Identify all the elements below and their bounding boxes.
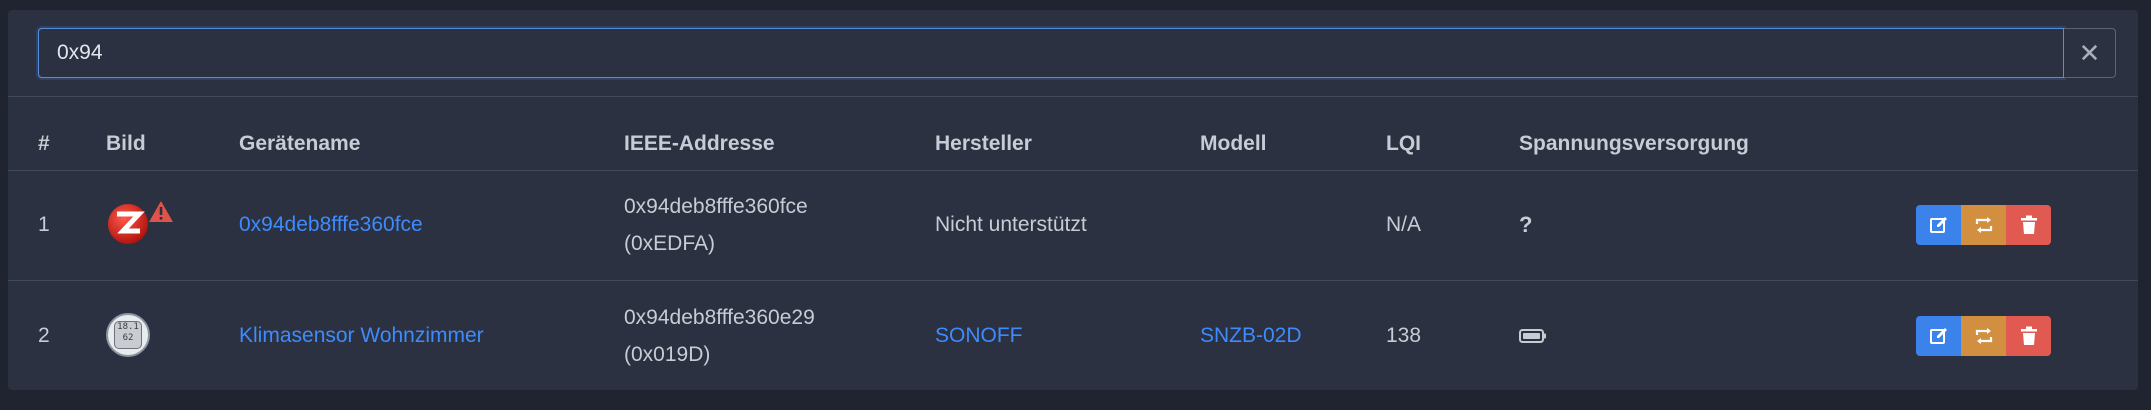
- row-index: 2: [38, 324, 50, 347]
- rename-button[interactable]: [1961, 316, 2006, 356]
- column-header-power[interactable]: Spannungsversorgung: [1519, 132, 1749, 156]
- clear-search-button[interactable]: ✕: [2064, 28, 2116, 78]
- swap-icon: [1975, 328, 1992, 344]
- model-link[interactable]: SNZB-02D: [1200, 319, 1302, 353]
- trash-icon: [2020, 215, 2037, 234]
- column-header-name[interactable]: Gerätename: [239, 132, 360, 156]
- trash-icon: [2020, 326, 2037, 345]
- column-header-image[interactable]: Bild: [106, 132, 146, 156]
- network-address: (0x019D): [624, 343, 711, 366]
- edit-button[interactable]: [1916, 316, 1961, 356]
- network-address: (0xEDFA): [624, 232, 716, 255]
- column-header-index[interactable]: #: [38, 132, 50, 156]
- warning-icon: [148, 200, 174, 228]
- device-name-link[interactable]: 0x94deb8fffe360fce: [239, 208, 423, 242]
- battery-icon: [1519, 328, 1547, 349]
- edit-icon: [1929, 217, 1947, 233]
- row-actions: [1916, 205, 2051, 245]
- edit-button[interactable]: [1916, 205, 1961, 245]
- column-header-manufacturer[interactable]: Hersteller: [935, 132, 1032, 156]
- search-row: ✕: [38, 28, 2116, 78]
- ieee-address: 0x94deb8fffe360e29: [624, 306, 815, 329]
- column-header-lqi[interactable]: LQI: [1386, 132, 1421, 156]
- delete-button[interactable]: [2006, 316, 2051, 356]
- swap-icon: [1975, 217, 1992, 233]
- manufacturer: Nicht unterstützt: [935, 213, 1087, 236]
- row-actions: [1916, 316, 2051, 356]
- search-input[interactable]: [38, 28, 2064, 78]
- rename-button[interactable]: [1961, 205, 2006, 245]
- manufacturer-link[interactable]: SONOFF: [935, 319, 1023, 353]
- column-header-model[interactable]: Modell: [1200, 132, 1267, 156]
- thermometer-device-icon: 18.1 62: [106, 313, 150, 357]
- row-index: 1: [38, 213, 50, 236]
- divider: [8, 170, 2138, 171]
- edit-icon: [1929, 328, 1947, 344]
- power-unknown: ?: [1519, 212, 1533, 237]
- divider: [8, 96, 2138, 97]
- lqi: N/A: [1386, 213, 1422, 236]
- device-image: 18.1 62: [114, 321, 142, 349]
- divider: [8, 280, 2138, 281]
- zigbee-logo-icon: [106, 200, 152, 251]
- device-name-link[interactable]: Klimasensor Wohnzimmer: [239, 319, 484, 353]
- lqi: 138: [1386, 324, 1422, 347]
- devices-card: ✕ # Bild Gerätename IEEE-Addresse Herste…: [8, 10, 2138, 390]
- delete-button[interactable]: [2006, 205, 2051, 245]
- column-header-ieee[interactable]: IEEE-Addresse: [624, 132, 775, 156]
- ieee-address: 0x94deb8fffe360fce: [624, 195, 808, 218]
